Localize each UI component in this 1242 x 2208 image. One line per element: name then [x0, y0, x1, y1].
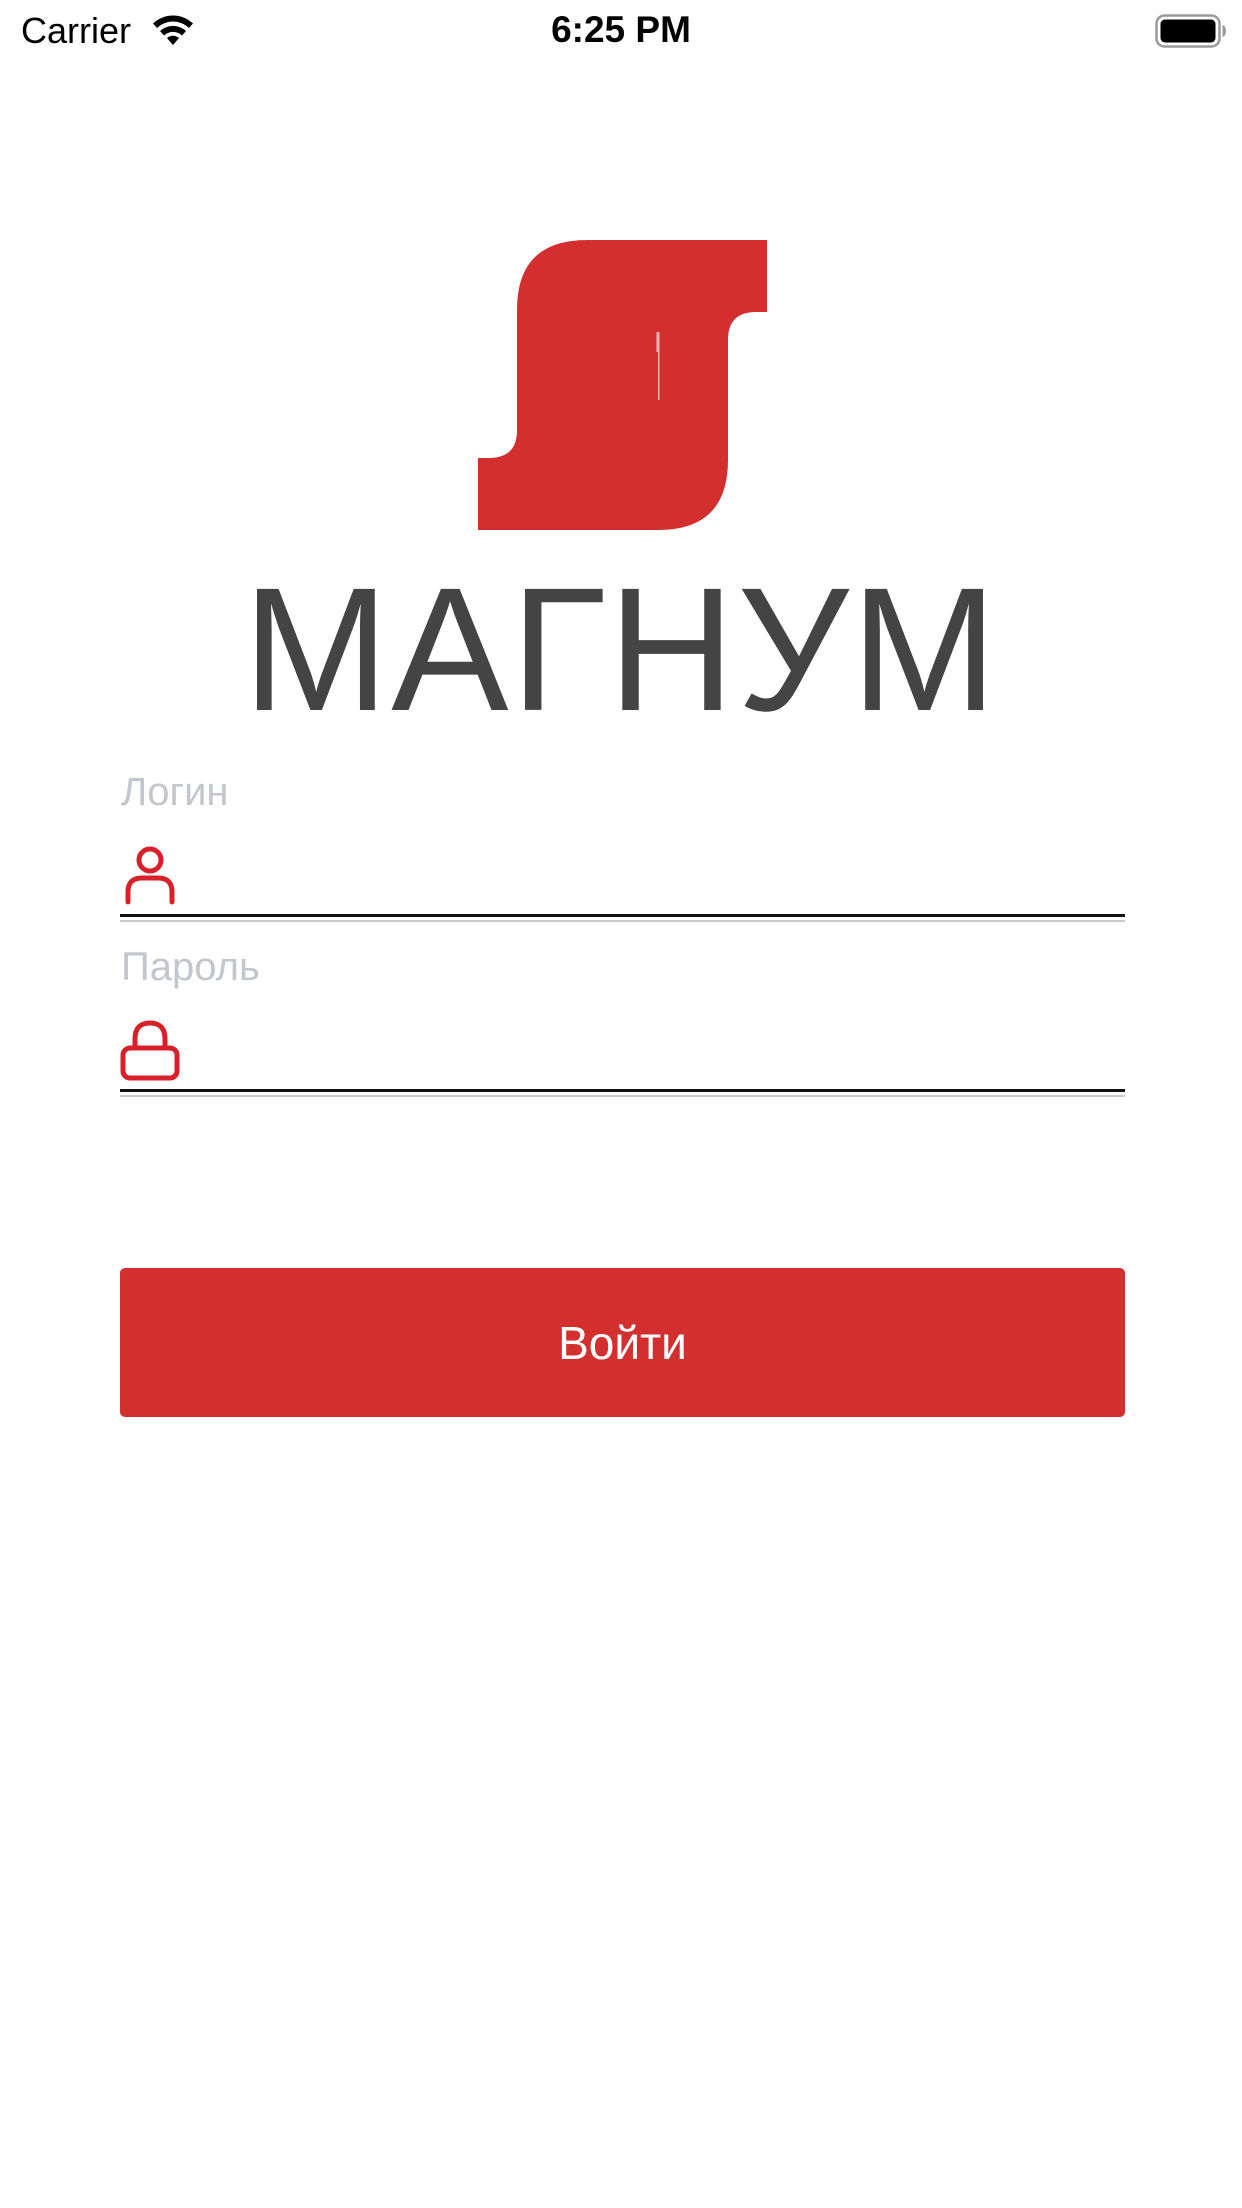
password-underline [120, 1089, 1125, 1092]
login-field: Логин [120, 766, 1125, 926]
lock-icon [120, 1020, 180, 1081]
app-title: МАГНУМ [242, 552, 1000, 748]
login-input[interactable] [204, 846, 1119, 906]
status-bar: Carrier 6:25 PM [0, 0, 1242, 62]
battery-icon [1155, 14, 1226, 48]
password-field: Пароль [120, 941, 1125, 1101]
login-underline-shadow [120, 920, 1125, 922]
password-label: Пароль [121, 945, 260, 989]
user-icon [125, 846, 175, 905]
password-underline-shadow [120, 1095, 1125, 1097]
login-label: Логин [121, 770, 229, 814]
magnum-logo [478, 240, 767, 530]
login-underline [120, 914, 1125, 917]
password-input[interactable] [204, 1021, 1119, 1081]
login-button[interactable]: Войти [120, 1268, 1125, 1417]
clock: 6:25 PM [551, 9, 691, 50]
